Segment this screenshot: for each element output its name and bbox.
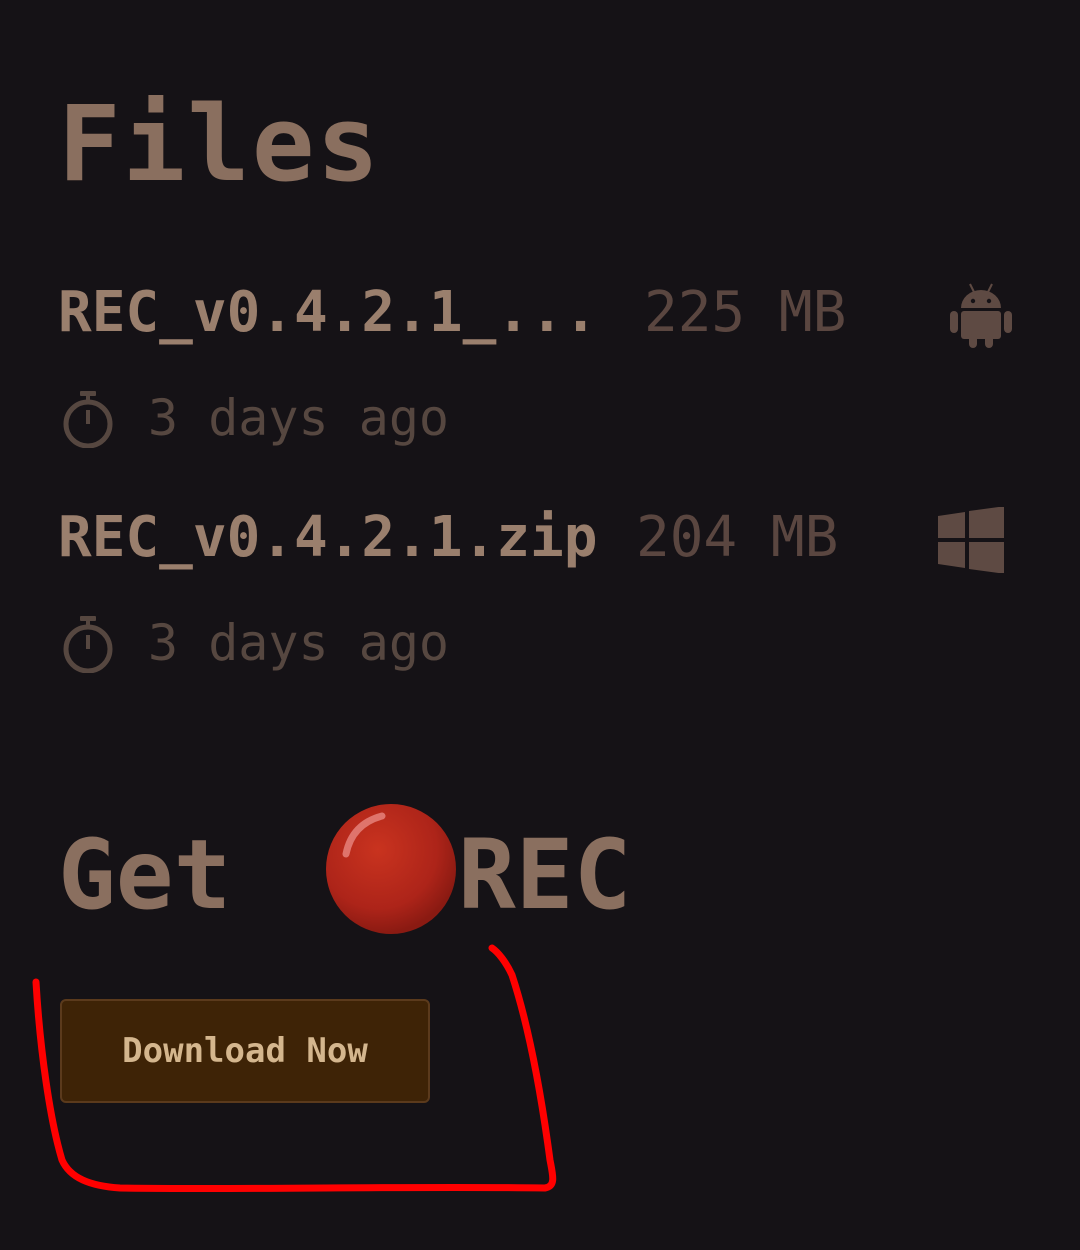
file-name[interactable]: REC_v0.4.2.1.zip: [58, 503, 597, 573]
file-size: 204 MB: [636, 505, 839, 570]
file-row-android[interactable]: REC_v0.4.2.1_... 225 MB: [58, 278, 1018, 348]
android-icon: [950, 283, 1012, 348]
files-heading: Files: [58, 83, 382, 205]
windows-icon: [938, 507, 1004, 573]
file-time-row: 3 days ago: [58, 611, 578, 675]
file-name[interactable]: REC_v0.4.2.1_...: [58, 278, 597, 348]
get-word: Get: [58, 819, 232, 931]
app-name: REC: [458, 819, 632, 931]
download-now-button[interactable]: Download Now: [60, 999, 430, 1103]
get-app-heading: Get REC: [58, 804, 698, 934]
file-time: 3 days ago: [148, 614, 450, 672]
file-size: 225 MB: [644, 280, 847, 345]
file-time-row: 3 days ago: [58, 386, 578, 450]
file-time: 3 days ago: [148, 389, 450, 447]
stopwatch-icon: [63, 391, 113, 448]
red-record-button-icon: [326, 804, 456, 934]
stopwatch-icon: [63, 616, 113, 673]
file-row-windows[interactable]: REC_v0.4.2.1.zip 204 MB: [58, 503, 1018, 573]
